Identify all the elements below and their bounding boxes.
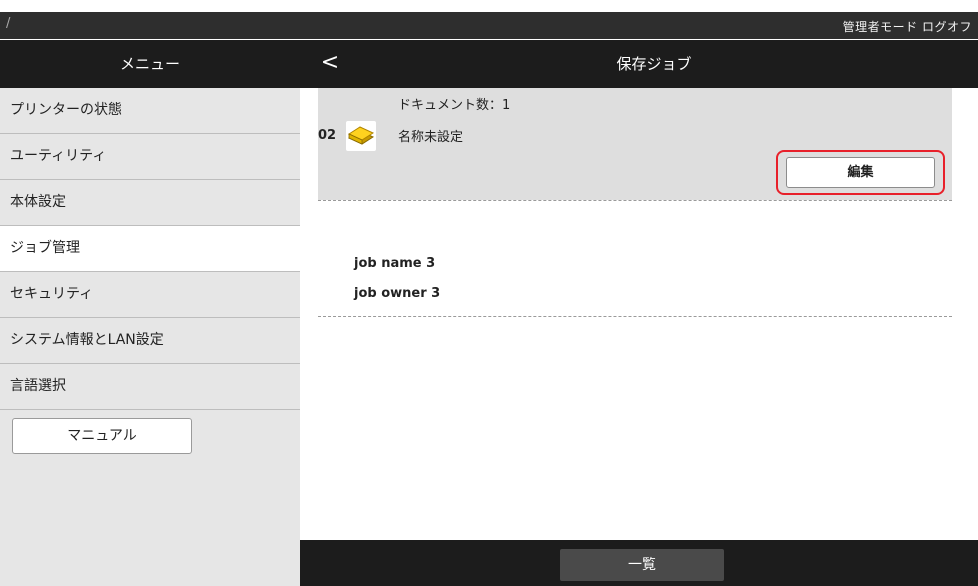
top-bar: / 管理者モード ログオフ (0, 12, 978, 39)
job-name: 名称未設定 (398, 130, 464, 145)
back-button[interactable]: < (312, 40, 348, 88)
job-name[interactable]: job name 3 (354, 256, 435, 271)
job-divider (318, 200, 952, 201)
sidebar-item-security[interactable]: セキュリティ (0, 272, 300, 318)
admin-mode-logoff-link[interactable]: 管理者モード ログオフ (843, 18, 972, 35)
saved-job-selected[interactable]: ドキュメント数：1 02 名称未設定 編集 (318, 88, 952, 200)
document-count: ドキュメント数：1 (398, 98, 511, 113)
menu-title: メニュー (119, 55, 180, 73)
header-bar: メニュー 保存ジョブ < (0, 40, 978, 88)
footer-bar: 一覧 (300, 540, 978, 586)
saved-jobs-panel: ドキュメント数：1 02 名称未設定 編集 job name 3 job own… (300, 88, 978, 540)
document-stack-icon (346, 121, 376, 151)
job-number: 02 (318, 128, 337, 143)
sidebar: プリンターの状態 ユーティリティ 本体設定 ジョブ管理 セキュリティ システム情… (0, 88, 300, 586)
top-bar-slash: / (6, 16, 11, 31)
edit-button[interactable]: 編集 (786, 157, 935, 188)
job-owner[interactable]: job owner 3 (354, 286, 440, 301)
edit-button-highlight: 編集 (776, 150, 945, 195)
job-divider (318, 316, 952, 317)
sidebar-item-printer-status[interactable]: プリンターの状態 (0, 88, 300, 134)
sidebar-item-utility[interactable]: ユーティリティ (0, 134, 300, 180)
sidebar-item-language[interactable]: 言語選択 (0, 364, 300, 410)
sidebar-item-job-management[interactable]: ジョブ管理 (0, 226, 300, 272)
sidebar-item-device-settings[interactable]: 本体設定 (0, 180, 300, 226)
list-button[interactable]: 一覧 (560, 549, 724, 581)
page-title: 保存ジョブ (616, 55, 692, 73)
sidebar-item-system-info-lan[interactable]: システム情報とLAN設定 (0, 318, 300, 364)
manual-button[interactable]: マニュアル (12, 418, 192, 454)
